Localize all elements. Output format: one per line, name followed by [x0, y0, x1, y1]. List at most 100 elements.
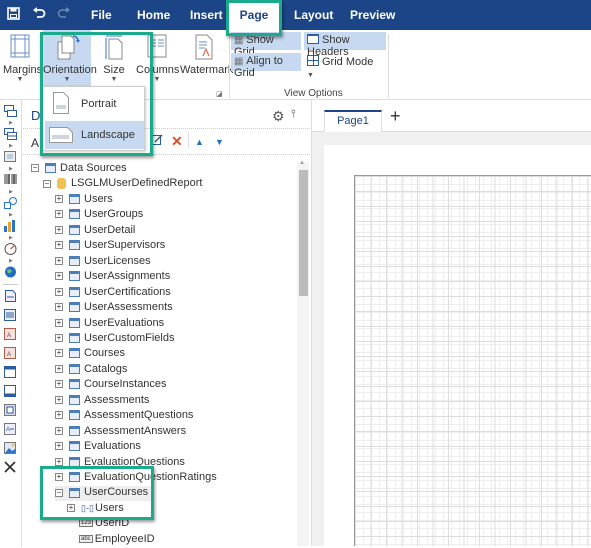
- highlight-orientation: [40, 32, 153, 156]
- expand-icon[interactable]: +: [55, 303, 63, 312]
- scrollbar-thumb[interactable]: [299, 170, 308, 296]
- tree-table-item[interactable]: + UserCertifications: [55, 286, 171, 301]
- barcode-icon[interactable]: [4, 174, 17, 186]
- expand-arrow-icon[interactable]: ▶: [9, 235, 13, 241]
- tree-scrollbar[interactable]: ▲: [297, 160, 309, 546]
- gear-icon[interactable]: ⚙: [272, 108, 285, 125]
- toolbox-separator: [3, 284, 18, 285]
- tree-table-item[interactable]: + AssessmentQuestions: [55, 409, 193, 424]
- report-header-icon[interactable]: [4, 290, 17, 302]
- tree-table-item[interactable]: + Assessments: [55, 394, 149, 409]
- expand-icon[interactable]: +: [55, 457, 63, 466]
- table-icon: [69, 441, 80, 452]
- expand-icon[interactable]: +: [55, 395, 63, 404]
- expand-icon[interactable]: +: [55, 210, 63, 219]
- report-design-grid[interactable]: [354, 175, 591, 546]
- delete-icon[interactable]: ✕: [171, 133, 183, 150]
- margins-button[interactable]: Margins ▼: [3, 30, 42, 92]
- expand-arrow-icon[interactable]: ▶: [9, 166, 13, 172]
- expand-icon[interactable]: +: [55, 194, 63, 203]
- group-footer-icon[interactable]: A: [4, 347, 17, 359]
- save-icon[interactable]: [7, 7, 20, 23]
- expand-icon[interactable]: +: [55, 349, 63, 358]
- tree-table-item[interactable]: + UserAssignments: [55, 270, 170, 285]
- table-icon: [69, 255, 80, 266]
- grid-mode-dropdown[interactable]: Grid Mode ▼: [304, 53, 386, 79]
- add-page-button[interactable]: +: [390, 106, 401, 127]
- expand-icon[interactable]: +: [55, 364, 63, 373]
- scroll-up-icon[interactable]: ▲: [299, 160, 305, 166]
- expand-icon[interactable]: +: [55, 426, 63, 435]
- highlight-page-tab: [226, 0, 282, 36]
- expand-icon[interactable]: +: [55, 225, 63, 234]
- chart-icon[interactable]: [4, 220, 17, 232]
- align-grid-icon: ▦: [234, 56, 247, 67]
- pin-icon[interactable]: ⫯: [291, 108, 296, 121]
- tools-icon[interactable]: [4, 461, 17, 473]
- tree-table-item[interactable]: + CourseInstances: [55, 378, 167, 393]
- tree-table-item[interactable]: + UserSupervisors: [55, 239, 165, 254]
- gauge-icon[interactable]: [4, 243, 17, 255]
- vertical-header-icon[interactable]: [4, 404, 17, 416]
- tree-table-item[interactable]: + UserEvaluations: [55, 317, 164, 332]
- svg-text:A: A: [6, 427, 10, 433]
- expand-arrow-icon[interactable]: ▶: [9, 258, 13, 264]
- shapes-icon[interactable]: [4, 197, 17, 209]
- move-down-icon[interactable]: ▼: [215, 137, 224, 147]
- picture-box-icon[interactable]: [4, 151, 17, 163]
- tree-table-item[interactable]: + UserGroups: [55, 208, 143, 223]
- field-type-icon: 123: [79, 519, 94, 528]
- undo-icon[interactable]: [32, 7, 46, 23]
- subreport-icon[interactable]: [4, 105, 17, 117]
- expand-icon[interactable]: +: [55, 256, 63, 265]
- tree-table-item[interactable]: + UserCustomFields: [55, 332, 174, 347]
- expand-icon[interactable]: +: [55, 318, 63, 327]
- tree-root[interactable]: − Data Sources: [31, 162, 127, 177]
- expand-arrow-icon[interactable]: ▶: [9, 143, 13, 149]
- tab-layout[interactable]: Layout: [294, 8, 333, 22]
- map-icon[interactable]: [4, 266, 17, 278]
- tree-table-item[interactable]: + Users: [55, 193, 113, 208]
- expand-arrow-icon[interactable]: ▶: [9, 189, 13, 195]
- detail-band-icon[interactable]: [4, 309, 17, 321]
- page-header-icon[interactable]: [4, 366, 17, 378]
- align-to-grid-toggle[interactable]: ▦ Align to Grid: [231, 53, 301, 79]
- expand-icon[interactable]: +: [55, 380, 63, 389]
- table-icon[interactable]: [4, 128, 17, 140]
- expand-icon[interactable]: +: [55, 287, 63, 296]
- tab-insert[interactable]: Insert: [190, 8, 223, 22]
- expand-arrow-icon[interactable]: ▶: [9, 212, 13, 218]
- collapse-icon[interactable]: −: [31, 164, 39, 173]
- image-icon[interactable]: [4, 442, 17, 454]
- tree-table-item[interactable]: + UserLicenses: [55, 255, 151, 270]
- tree-datasource[interactable]: − LSGLMUserDefinedReport: [43, 177, 202, 192]
- expand-icon[interactable]: +: [55, 442, 63, 451]
- group-header-icon[interactable]: A: [4, 328, 17, 340]
- redo-icon[interactable]: [57, 7, 71, 23]
- tree-table-item[interactable]: + Courses: [55, 347, 125, 362]
- page-setup-dialog-launcher-icon[interactable]: ◪: [216, 90, 223, 98]
- move-up-icon[interactable]: ▲: [195, 137, 204, 147]
- grid-mode-icon: [307, 55, 319, 66]
- tree-table-item[interactable]: + UserDetail: [55, 224, 135, 239]
- add-datasource-button[interactable]: A: [31, 136, 39, 150]
- tab-page1[interactable]: Page1: [324, 110, 382, 132]
- tree-table-item[interactable]: + Catalogs: [55, 363, 127, 378]
- tree-table-item[interactable]: + UserAssessments: [55, 301, 173, 316]
- tree-table-item[interactable]: + Evaluations: [55, 440, 141, 455]
- expand-icon[interactable]: +: [55, 241, 63, 250]
- watermark-button[interactable]: Watermark: [180, 30, 233, 92]
- page-footer-icon[interactable]: [4, 385, 17, 397]
- tab-file[interactable]: File: [91, 8, 112, 22]
- tab-home[interactable]: Home: [137, 8, 170, 22]
- tree-table-item[interactable]: + AssessmentAnswers: [55, 425, 186, 440]
- expand-icon[interactable]: +: [55, 272, 63, 281]
- tab-preview[interactable]: Preview: [350, 8, 395, 22]
- label-icon[interactable]: A: [4, 423, 17, 435]
- expand-arrow-icon[interactable]: ▶: [9, 120, 13, 126]
- show-headers-toggle[interactable]: Show Headers: [304, 32, 386, 58]
- expand-icon[interactable]: +: [55, 334, 63, 343]
- table-icon: [69, 379, 80, 390]
- collapse-icon[interactable]: −: [43, 179, 51, 188]
- expand-icon[interactable]: +: [55, 411, 63, 420]
